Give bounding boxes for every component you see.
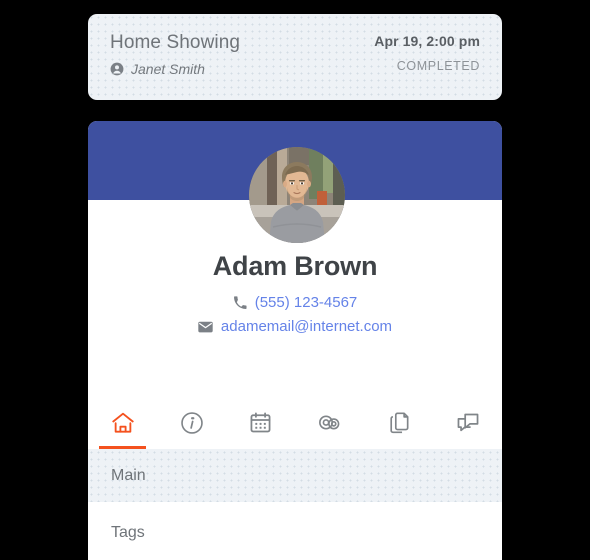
info-circle-icon (180, 411, 203, 434)
appointment-status-badge: COMPLETED (396, 59, 480, 73)
envelope-icon (198, 321, 213, 333)
contact-tab-bar (88, 396, 502, 449)
contact-phone-link[interactable]: (555) 123-4567 (255, 294, 358, 312)
avatar[interactable] (249, 147, 345, 243)
tab-calendar[interactable] (226, 396, 295, 449)
tags-label: Tags (111, 524, 145, 541)
appointment-datetime: Apr 19, 2:00 pm (374, 33, 480, 49)
documents-icon (390, 412, 409, 434)
phone-icon (233, 296, 247, 310)
appointment-card-content: Home Showing Janet Smith Apr 19, 2:00 pm… (88, 14, 502, 100)
contact-email-link[interactable]: adamemail@internet.com (221, 318, 392, 336)
user-circle-icon (110, 62, 124, 76)
tab-deals[interactable] (295, 396, 364, 449)
tab-messages[interactable] (433, 396, 502, 449)
main-section-title: Main (111, 467, 146, 484)
appointment-title: Home Showing (110, 32, 241, 53)
appointment-meta: Apr 19, 2:00 pm COMPLETED (374, 32, 480, 100)
tab-info[interactable] (157, 396, 226, 449)
contact-name: Adam Brown (212, 251, 378, 281)
main-section-header[interactable]: Main (88, 449, 502, 502)
calendar-icon (250, 412, 271, 433)
appointment-primary-info: Home Showing Janet Smith (110, 32, 240, 100)
contact-card: Adam Brown (555) 123-4567 adamemail@inte… (88, 121, 502, 560)
tags-block: Tags Home Showing Pool Ope (88, 502, 502, 560)
appointment-person-name: Janet Smith (131, 61, 205, 77)
tab-files[interactable] (364, 396, 433, 449)
contact-email-row[interactable]: adamemail@internet.com (88, 318, 502, 336)
appointment-card[interactable]: Home Showing Janet Smith Apr 19, 2:00 pm… (88, 14, 502, 100)
contact-phone-row[interactable]: (555) 123-4567 (88, 294, 502, 312)
coins-icon (319, 415, 340, 430)
home-icon (111, 412, 134, 433)
chat-icon (457, 413, 478, 431)
tab-home[interactable] (88, 396, 157, 449)
appointment-person: Janet Smith (110, 61, 240, 77)
